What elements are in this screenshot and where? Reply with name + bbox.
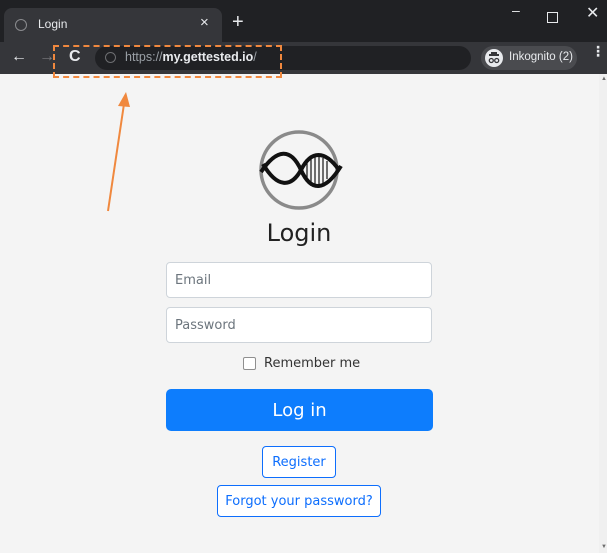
tab-title: Login <box>38 17 68 31</box>
minimize-button[interactable]: – <box>512 2 520 18</box>
browser-menu-button[interactable]: ⋮ <box>591 44 605 58</box>
login-button[interactable]: Log in <box>166 389 433 431</box>
back-button[interactable]: ← <box>11 48 27 66</box>
incognito-label: Inkognito (2) <box>509 51 573 63</box>
page-scrollbar[interactable] <box>599 74 607 553</box>
loading-favicon-icon <box>15 19 27 31</box>
page-title: Login <box>266 219 332 247</box>
remember-me-label: Remember me <box>264 356 361 371</box>
tab-close-icon[interactable]: × <box>200 14 209 32</box>
dna-helix-logo <box>259 130 343 210</box>
browser-titlebar: Login × + – ✕ <box>0 0 607 42</box>
maximize-button[interactable] <box>547 12 558 23</box>
scroll-up-icon[interactable]: ▲ <box>601 76 607 82</box>
new-tab-button[interactable]: + <box>232 12 244 32</box>
scroll-down-icon[interactable]: ▼ <box>601 544 607 550</box>
incognito-icon <box>485 49 503 67</box>
browser-tab-login[interactable]: Login × <box>4 8 222 42</box>
forgot-password-button[interactable]: Forgot your password? <box>217 485 381 517</box>
remember-me-checkbox[interactable] <box>243 357 256 370</box>
incognito-badge[interactable]: Inkognito (2) <box>481 46 577 70</box>
register-button[interactable]: Register <box>262 446 336 478</box>
email-input[interactable] <box>166 262 432 298</box>
close-window-button[interactable]: ✕ <box>586 3 599 23</box>
url-highlight-box <box>53 45 282 78</box>
password-input[interactable] <box>166 307 432 343</box>
